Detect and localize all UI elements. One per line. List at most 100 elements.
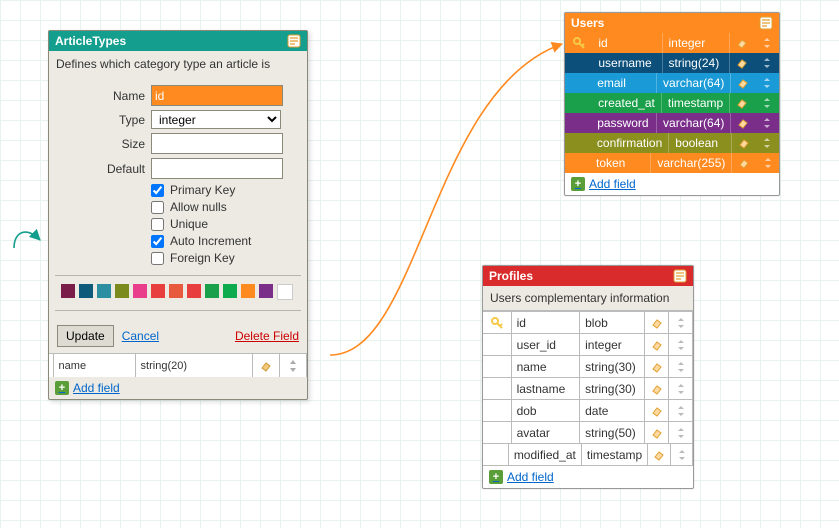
- add-field-link[interactable]: + Add field: [483, 466, 693, 488]
- plus-icon: +: [489, 470, 503, 484]
- table-row[interactable]: lastnamestring(30): [483, 378, 693, 400]
- key-icon: [565, 33, 592, 53]
- field-name-input[interactable]: [151, 85, 283, 106]
- checkbox-unique[interactable]: Unique: [151, 217, 307, 231]
- table-edit-icon[interactable]: [673, 269, 687, 283]
- table-row[interactable]: name string(20): [49, 353, 307, 377]
- add-field-link[interactable]: + Add field: [565, 173, 779, 195]
- color-swatch[interactable]: [259, 284, 273, 298]
- eraser-icon[interactable]: [731, 113, 755, 133]
- eraser-icon[interactable]: [645, 422, 669, 443]
- field-type-cell: string(50): [580, 422, 645, 443]
- color-swatch[interactable]: [187, 284, 201, 298]
- key-icon: [565, 73, 591, 93]
- eraser-icon[interactable]: [648, 444, 671, 465]
- table-row[interactable]: confirmationboolean: [565, 133, 779, 153]
- sort-icon[interactable]: [669, 356, 693, 377]
- table-row[interactable]: modified_attimestamp: [483, 444, 693, 466]
- table-row[interactable]: user_idinteger: [483, 334, 693, 356]
- eraser-icon[interactable]: [731, 73, 755, 93]
- color-swatch[interactable]: [61, 284, 75, 298]
- table-profiles[interactable]: Profiles Users complementary information…: [482, 265, 694, 489]
- table-row[interactable]: tokenvarchar(255): [565, 153, 779, 173]
- key-icon: [565, 93, 592, 113]
- color-swatch[interactable]: [115, 284, 129, 298]
- checkbox-primary-key[interactable]: Primary Key: [151, 183, 307, 197]
- sort-icon[interactable]: [669, 378, 693, 399]
- table-row[interactable]: avatarstring(50): [483, 422, 693, 444]
- sort-icon[interactable]: [755, 93, 779, 113]
- eraser-icon[interactable]: [645, 400, 669, 421]
- field-name-cell: email: [591, 73, 657, 93]
- label-type: Type: [49, 113, 151, 127]
- color-swatch[interactable]: [241, 284, 255, 298]
- table-row[interactable]: namestring(30): [483, 356, 693, 378]
- table-row[interactable]: usernamestring(24): [565, 53, 779, 73]
- field-name-cell: lastname: [512, 378, 581, 399]
- table-edit-icon[interactable]: [759, 16, 773, 30]
- hidden-table-peek: [306, 207, 322, 231]
- sort-icon[interactable]: [671, 444, 693, 465]
- checkbox-foreign-key[interactable]: Foreign Key: [151, 251, 307, 265]
- table-edit-icon[interactable]: [287, 34, 301, 48]
- checkbox-allow-nulls[interactable]: Allow nulls: [151, 200, 307, 214]
- sort-icon[interactable]: [280, 354, 307, 377]
- eraser-icon[interactable]: [645, 312, 669, 333]
- sort-icon[interactable]: [754, 53, 779, 73]
- eraser-icon[interactable]: [730, 33, 755, 53]
- sort-icon[interactable]: [754, 33, 779, 53]
- eraser-icon[interactable]: [253, 354, 280, 377]
- sort-icon[interactable]: [669, 312, 693, 333]
- table-row[interactable]: emailvarchar(64): [565, 73, 779, 93]
- eraser-icon[interactable]: [730, 53, 755, 73]
- color-swatch[interactable]: [277, 284, 293, 300]
- sort-icon[interactable]: [755, 73, 779, 93]
- color-swatches: [61, 284, 307, 300]
- field-type-cell: string(24): [663, 53, 730, 73]
- table-users[interactable]: Users idintegerusernamestring(24)emailva…: [564, 12, 780, 196]
- table-row[interactable]: created_attimestamp: [565, 93, 779, 113]
- table-row[interactable]: dobdate: [483, 400, 693, 422]
- field-default-input[interactable]: [151, 158, 283, 179]
- sort-icon[interactable]: [669, 334, 693, 355]
- color-swatch[interactable]: [97, 284, 111, 298]
- field-name-cell: created_at: [592, 93, 662, 113]
- color-swatch[interactable]: [151, 284, 165, 298]
- table-article-types[interactable]: ArticleTypes Defines which category type…: [48, 30, 308, 400]
- update-button[interactable]: Update: [57, 325, 114, 347]
- sort-icon[interactable]: [756, 133, 779, 153]
- eraser-icon[interactable]: [645, 334, 669, 355]
- sort-icon[interactable]: [669, 422, 693, 443]
- label-name: Name: [49, 89, 151, 103]
- field-name-cell: avatar: [512, 422, 581, 443]
- table-row[interactable]: idblob: [483, 312, 693, 334]
- color-swatch[interactable]: [205, 284, 219, 298]
- cancel-link[interactable]: Cancel: [122, 329, 159, 343]
- eraser-icon[interactable]: [732, 133, 756, 153]
- field-size-input[interactable]: [151, 133, 283, 154]
- add-field-link[interactable]: + Add field: [49, 377, 307, 399]
- field-name-cell: dob: [512, 400, 581, 421]
- sort-icon[interactable]: [669, 400, 693, 421]
- plus-icon: +: [571, 177, 585, 191]
- table-row[interactable]: passwordvarchar(64): [565, 113, 779, 133]
- eraser-icon[interactable]: [645, 378, 669, 399]
- field-name-cell: password: [591, 113, 657, 133]
- color-swatch[interactable]: [133, 284, 147, 298]
- sort-icon[interactable]: [755, 113, 779, 133]
- field-type-select[interactable]: integer: [151, 110, 281, 129]
- eraser-icon[interactable]: [730, 93, 754, 113]
- article-types-titlebar[interactable]: ArticleTypes: [49, 31, 307, 51]
- eraser-icon[interactable]: [645, 356, 669, 377]
- sort-icon[interactable]: [756, 153, 779, 173]
- delete-field-link[interactable]: Delete Field: [235, 329, 299, 343]
- field-type-cell: integer: [580, 334, 645, 355]
- color-swatch[interactable]: [79, 284, 93, 298]
- table-row[interactable]: idinteger: [565, 33, 779, 53]
- key-icon: [565, 53, 592, 73]
- eraser-icon[interactable]: [732, 153, 756, 173]
- color-swatch[interactable]: [223, 284, 237, 298]
- checkbox-auto-increment[interactable]: Auto Increment: [151, 234, 307, 248]
- key-icon: [483, 356, 512, 377]
- color-swatch[interactable]: [169, 284, 183, 298]
